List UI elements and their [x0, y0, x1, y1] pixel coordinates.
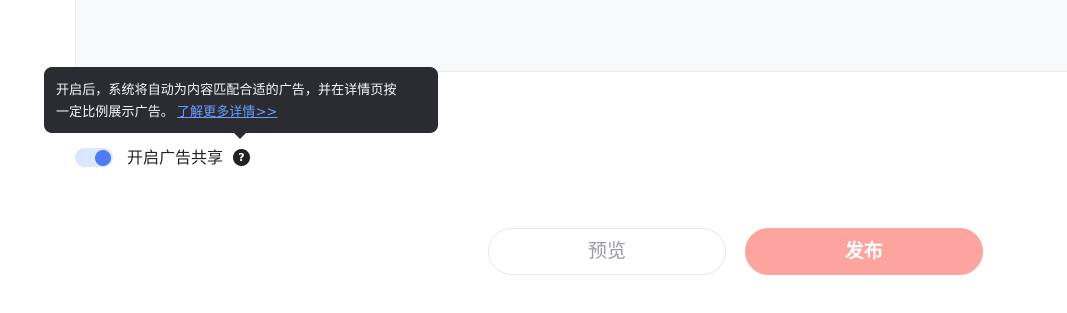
- content-editor-panel[interactable]: [75, 0, 1067, 72]
- tooltip-text-line-1: 开启后，系统将自动为内容匹配合适的广告，并在详情页按: [56, 83, 397, 98]
- toggle-knob: [95, 149, 111, 166]
- tooltip-text-line-2: 一定比例展示广告。 了解更多详情>>: [56, 102, 428, 124]
- publish-settings-page: 开启后，系统将自动为内容匹配合适的广告，并在详情页按 一定比例展示广告。 了解更多…: [0, 0, 1067, 313]
- learn-more-link[interactable]: 了解更多详情>>: [177, 105, 278, 120]
- publish-button[interactable]: 发布: [745, 228, 983, 275]
- help-question-icon[interactable]: ?: [233, 149, 250, 166]
- ad-share-tooltip: 开启后，系统将自动为内容匹配合适的广告，并在详情页按 一定比例展示广告。 了解更多…: [44, 67, 438, 133]
- tooltip-text-line-2-content: 一定比例展示广告。: [56, 105, 174, 120]
- ad-share-toggle[interactable]: [75, 148, 113, 167]
- tooltip-arrow: [233, 132, 247, 139]
- preview-button[interactable]: 预览: [488, 228, 726, 275]
- ad-share-label: 开启广告共享: [127, 148, 224, 167]
